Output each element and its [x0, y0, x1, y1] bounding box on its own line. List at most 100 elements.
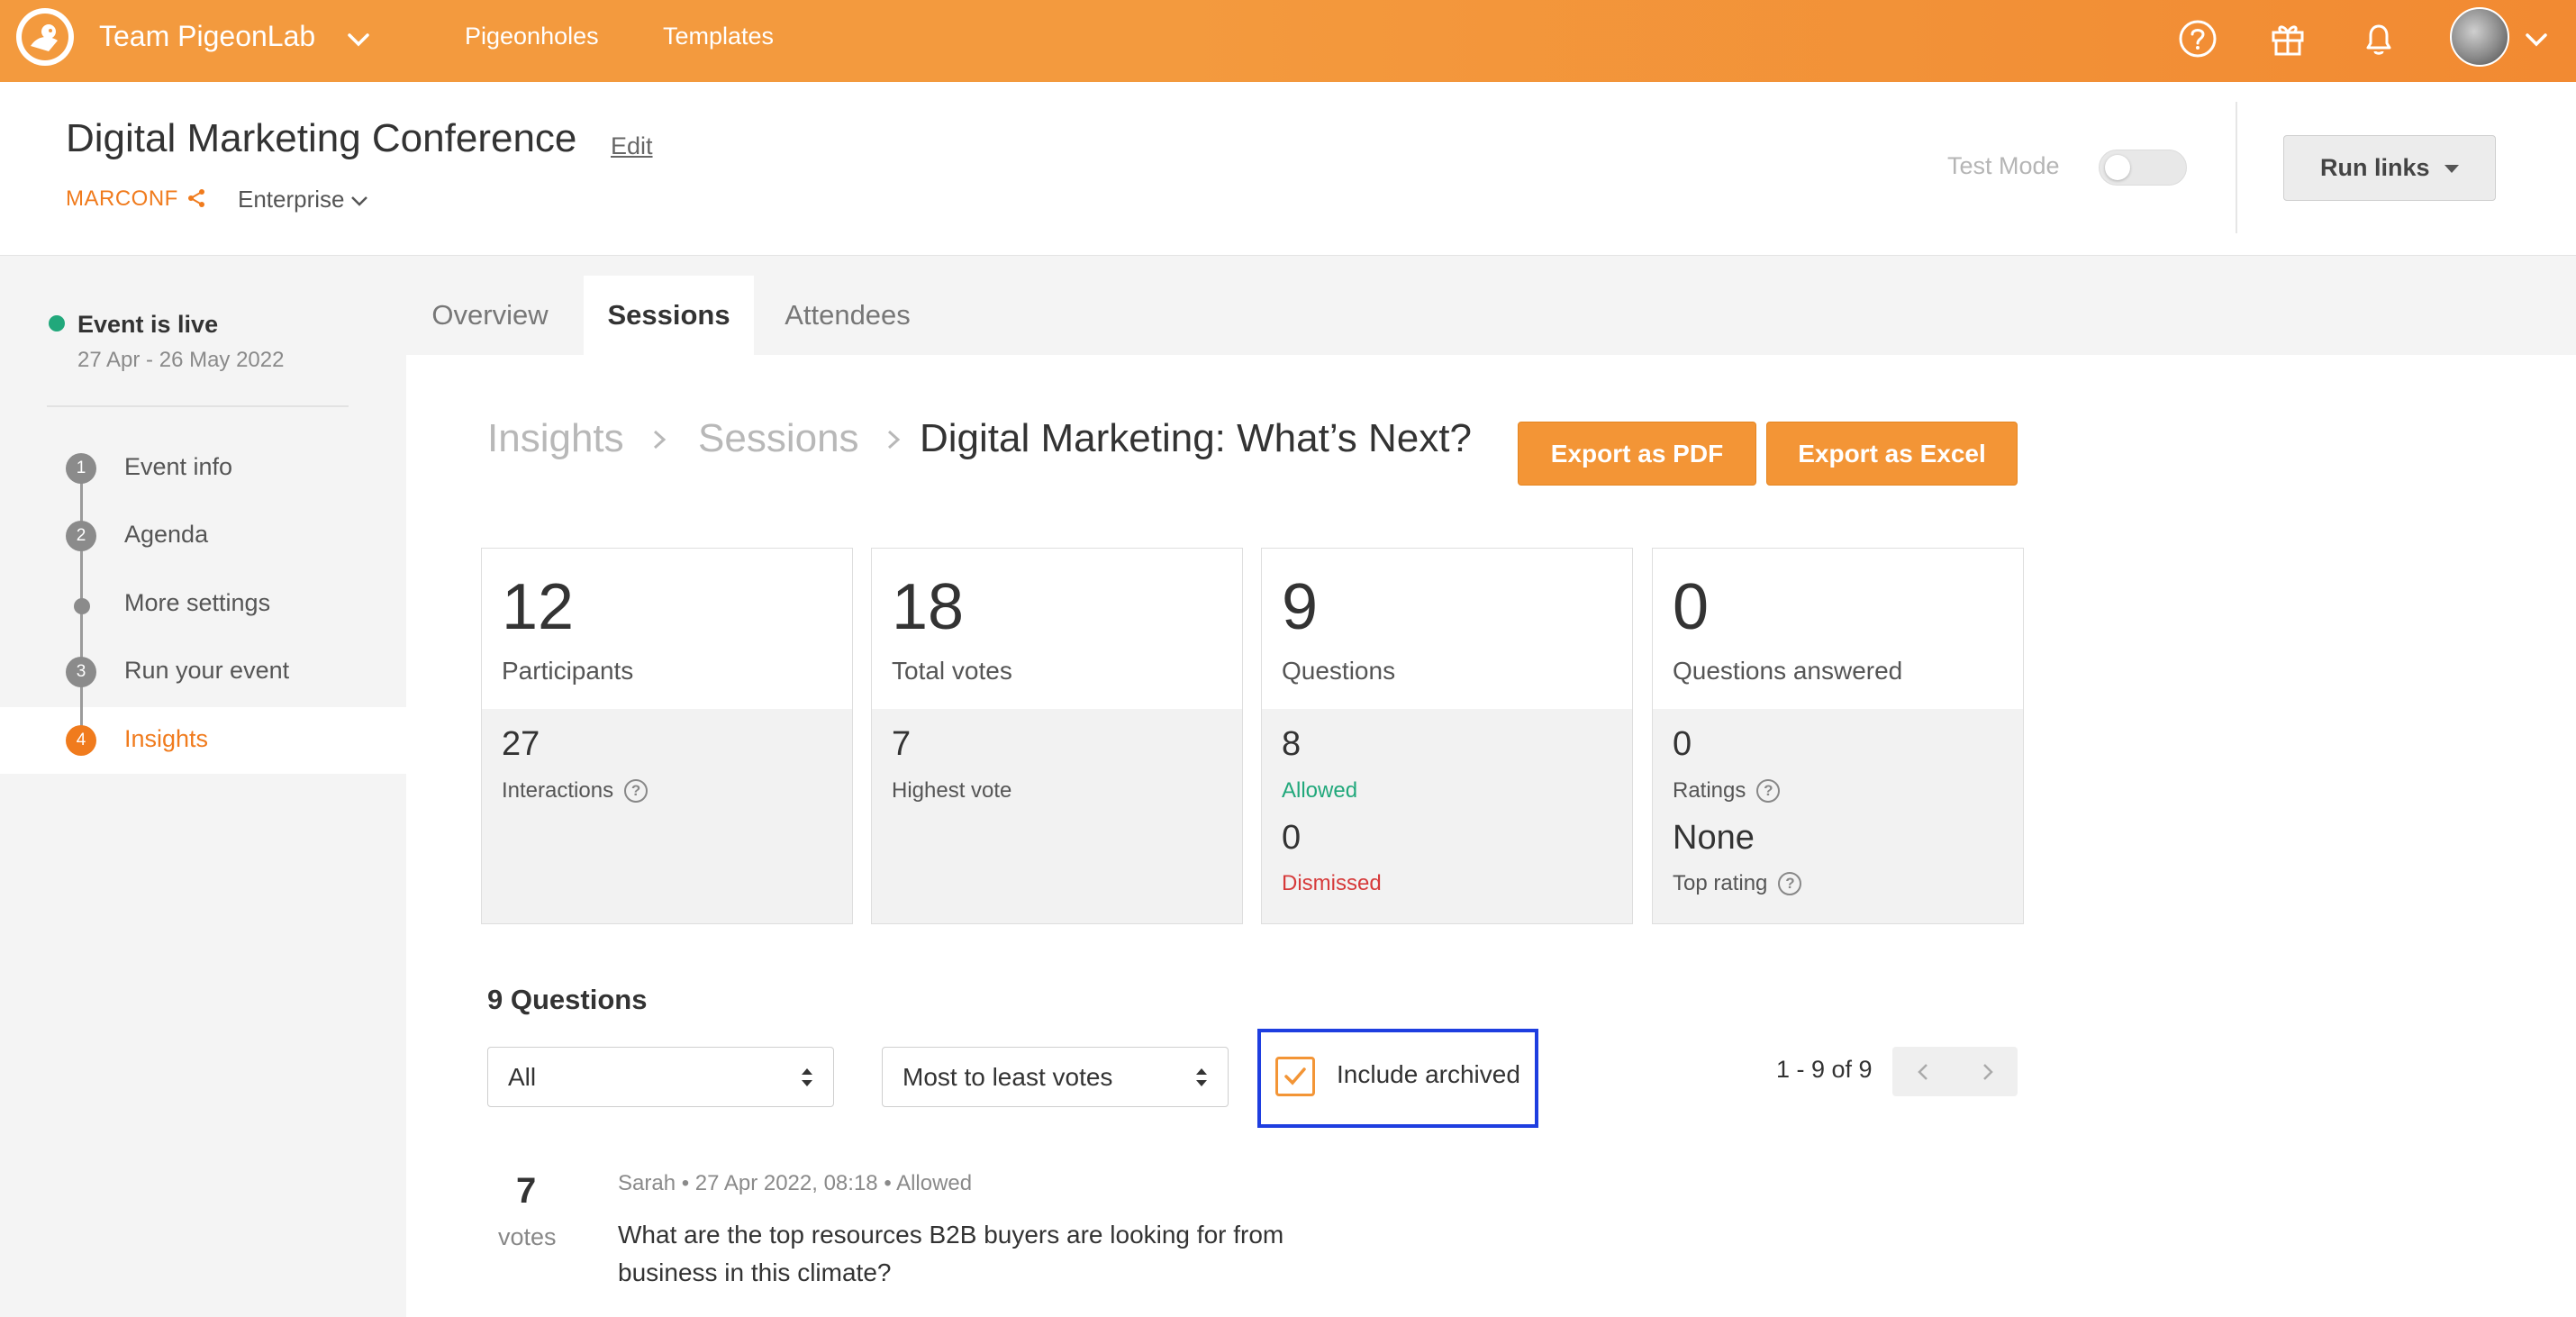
stat-value: 9 — [1282, 571, 1319, 643]
stat-label: Questions answered — [1673, 657, 1903, 685]
stat-value: 12 — [502, 571, 575, 643]
substep-dot — [74, 598, 90, 614]
question-text: What are the top resources B2B buyers ar… — [618, 1221, 1284, 1286]
caret-down-icon — [2444, 165, 2459, 173]
run-links-label: Run links — [2320, 154, 2430, 181]
event-dates: 27 Apr - 26 May 2022 — [77, 348, 285, 372]
tab-attendees[interactable]: Attendees — [763, 276, 932, 355]
sidebar-item-more-settings[interactable]: More settings — [124, 589, 270, 617]
export-excel-button[interactable]: Export as Excel — [1766, 422, 2018, 486]
sort-value: Most to least votes — [903, 1062, 1113, 1091]
event-header: Digital Marketing Conference Edit MARCON… — [0, 82, 2576, 256]
stat-sub-value: 0 — [1282, 819, 1302, 857]
stat-card-total-votes: 18 Total votes 7 Highest vote — [871, 548, 1243, 924]
stat-sub-label-dismissed: Dismissed — [1282, 871, 1382, 895]
filter-value: All — [508, 1062, 537, 1091]
help-icon[interactable]: ? — [1756, 779, 1781, 803]
stat-card-participants: 12 Participants 27 Interactions ? — [481, 548, 853, 924]
next-page-button[interactable] — [1955, 1047, 2018, 1096]
event-code[interactable]: MARCONF — [66, 186, 178, 212]
meta-separator: • — [681, 1171, 695, 1195]
stat-sub-label: Top rating ? — [1673, 871, 1802, 896]
prev-page-button[interactable] — [1892, 1047, 1955, 1096]
gift-icon[interactable] — [2267, 18, 2308, 59]
stat-label: Participants — [502, 657, 634, 685]
tab-overview[interactable]: Overview — [406, 276, 574, 355]
top-bar: Team PigeonLab Pigeonholes Templates — [0, 0, 2576, 82]
stat-card-questions-answered: 0 Questions answered 0 Ratings ? None To… — [1652, 548, 2024, 924]
team-name[interactable]: Team PigeonLab — [99, 20, 315, 53]
breadcrumb-insights[interactable]: Insights — [487, 416, 624, 461]
stat-label: Total votes — [892, 657, 1012, 685]
step-number: 2 — [66, 521, 96, 551]
stat-sub-value: 27 — [502, 725, 540, 763]
tab-sessions[interactable]: Sessions — [584, 276, 754, 355]
pagination-controls — [1892, 1047, 2018, 1096]
question-time: 27 Apr 2022, 08:18 — [694, 1171, 878, 1195]
stat-value: 0 — [1673, 571, 1710, 643]
breadcrumb-sessions[interactable]: Sessions — [698, 416, 859, 461]
question-author: Sarah — [618, 1171, 676, 1195]
app-root: Team PigeonLab Pigeonholes Templates Dig… — [0, 0, 2576, 1317]
sort-select[interactable]: Most to least votes — [882, 1047, 1229, 1107]
export-pdf-button[interactable]: Export as PDF — [1518, 422, 1756, 486]
test-mode-label: Test Mode — [1947, 152, 2060, 179]
stat-value: 18 — [892, 571, 965, 643]
toggle-knob — [2105, 155, 2130, 180]
stat-sub-label-text: Interactions — [502, 778, 614, 803]
stat-sub-value: 0 — [1673, 725, 1692, 763]
filter-select[interactable]: All — [487, 1047, 834, 1107]
sort-arrows-icon — [1196, 1068, 1207, 1086]
divider — [2236, 102, 2237, 233]
include-archived-checkbox[interactable] — [1275, 1057, 1315, 1096]
stat-sub-label: Ratings ? — [1673, 778, 1781, 804]
stat-sub-label-text: Top rating — [1673, 871, 1768, 895]
step-number: 1 — [66, 453, 96, 484]
help-icon[interactable]: ? — [624, 779, 649, 803]
run-links-button[interactable]: Run links — [2283, 135, 2496, 201]
nav-templates[interactable]: Templates — [663, 23, 774, 50]
event-title: Digital Marketing Conference — [66, 116, 577, 160]
sidebar-item-insights[interactable]: Insights — [124, 725, 208, 753]
chevron-down-icon[interactable] — [2522, 25, 2551, 54]
sidebar-item-event-info[interactable]: Event info — [124, 453, 232, 481]
user-avatar[interactable] — [2450, 7, 2509, 67]
pagination-text: 1 - 9 of 9 — [1776, 1056, 1873, 1083]
meta-separator: • — [884, 1171, 897, 1195]
help-icon[interactable] — [2177, 18, 2218, 59]
stat-sub-value: 7 — [892, 725, 912, 763]
stat-sub-label-text: Ratings — [1673, 778, 1746, 803]
chevron-right-icon — [887, 430, 901, 450]
plan-selector[interactable]: Enterprise — [238, 186, 345, 213]
breadcrumb-current: Digital Marketing: What’s Next? — [920, 416, 1472, 460]
step-number: 4 — [66, 725, 96, 756]
stat-sub-value: 8 — [1282, 725, 1302, 763]
chevron-down-icon[interactable] — [349, 191, 369, 211]
votes-label: votes — [498, 1223, 557, 1250]
chevron-right-icon — [653, 430, 667, 450]
question-status: Allowed — [896, 1171, 973, 1195]
help-icon[interactable]: ? — [1778, 872, 1802, 895]
stat-card-questions: 9 Questions 8 Allowed 0 Dismissed — [1261, 548, 1633, 924]
nav-pigeonholes[interactable]: Pigeonholes — [465, 23, 599, 50]
divider — [47, 405, 349, 407]
test-mode-toggle[interactable] — [2099, 150, 2187, 186]
pigeonlab-logo-icon[interactable] — [16, 8, 74, 66]
stat-sub-label-allowed: Allowed — [1282, 778, 1358, 803]
include-archived-label[interactable]: Include archived — [1337, 1060, 1520, 1089]
questions-heading: 9 Questions — [487, 984, 648, 1015]
chevron-down-icon[interactable] — [344, 25, 373, 54]
edit-link[interactable]: Edit — [611, 132, 653, 160]
tab-bar: Overview Sessions Attendees — [406, 256, 2576, 355]
checkmark-icon — [1284, 1067, 1306, 1085]
chevron-right-icon — [1982, 1063, 1993, 1080]
share-icon[interactable] — [186, 187, 207, 209]
step-number: 3 — [66, 657, 96, 687]
stat-sub-label: Interactions ? — [502, 778, 649, 804]
sidebar-item-run-your-event[interactable]: Run your event — [124, 657, 289, 685]
sidebar-item-agenda[interactable]: Agenda — [124, 521, 208, 549]
stat-label: Questions — [1282, 657, 1396, 685]
question-meta: Sarah • 27 Apr 2022, 08:18 • Allowed — [618, 1171, 972, 1196]
bell-icon[interactable] — [2358, 18, 2399, 59]
stat-sub-label: Highest vote — [892, 778, 1012, 803]
